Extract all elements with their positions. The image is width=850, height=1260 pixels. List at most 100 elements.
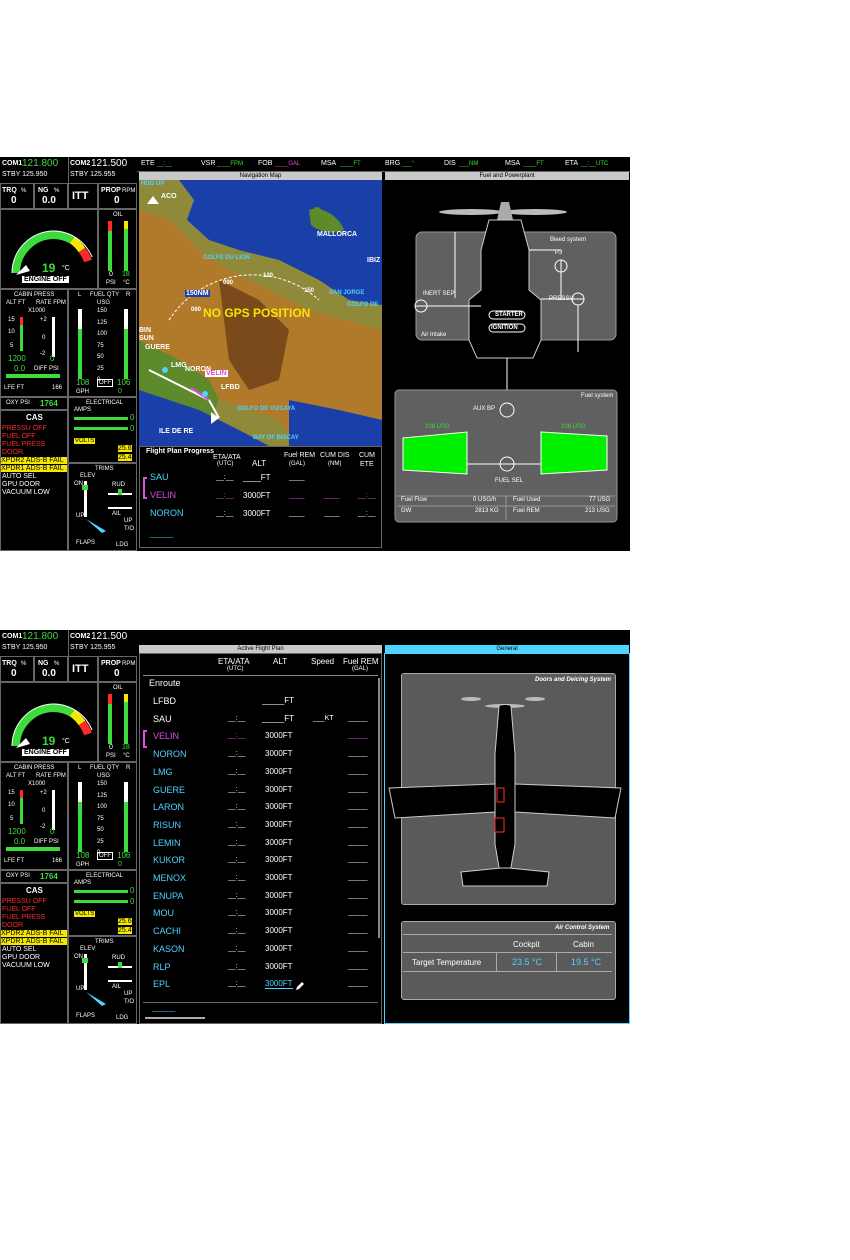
com1-label: COM1 — [2, 160, 23, 167]
oil-psi-value: 0 — [109, 271, 113, 278]
afp-waypoint[interactable]: LFBD — [153, 696, 176, 706]
afp-waypoint[interactable]: CACHI — [153, 926, 181, 936]
edit-pencil-icon[interactable] — [295, 981, 305, 991]
com1-freq[interactable]: 121.800 — [22, 158, 58, 169]
afp-alt[interactable]: 3000FT — [265, 785, 293, 794]
ignition-button[interactable]: IGNITION — [491, 325, 518, 331]
dis-value: ___NM — [459, 161, 479, 167]
afp-entry-field[interactable]: ______ — [152, 1005, 175, 1012]
afp-waypoint[interactable]: SAU — [153, 714, 172, 724]
airport-lfbd[interactable]: LFBD — [221, 384, 240, 391]
afp-alt[interactable]: 3000FT — [265, 873, 293, 882]
afp-waypoint[interactable]: ENUPA — [153, 891, 183, 901]
afp-alt[interactable]: _____FT — [262, 696, 294, 705]
fpp-alt[interactable]: ____FT — [243, 473, 271, 482]
map-label-ile-de-re: ILE DE RE — [159, 428, 194, 435]
afp-fuel: _____ — [348, 714, 368, 722]
afp-waypoint[interactable]: MENOX — [153, 873, 186, 883]
cas-warning: DOOR — [2, 449, 23, 456]
afp-speed[interactable]: ___KT — [313, 715, 334, 722]
afp-waypoint[interactable]: VELIN — [153, 731, 179, 741]
afp-hscroll[interactable] — [145, 1017, 205, 1019]
afp-scrollbar[interactable] — [378, 678, 380, 938]
afp-alt[interactable]: 3000FT — [265, 908, 293, 917]
afp-fuel: _____ — [348, 891, 368, 899]
com1-freq[interactable]: 121.800 — [22, 631, 58, 642]
fuel-qty-right-label: R — [126, 765, 131, 771]
cas-advisory: VACUUM LOW — [2, 962, 50, 969]
hdg-up-label[interactable]: HDG UP — [141, 181, 164, 187]
bleed-system-label: Bleed system — [550, 237, 587, 243]
afp-alt[interactable]: 3000FT — [265, 944, 293, 953]
afp-alt[interactable]: 3000FT — [265, 838, 293, 847]
afp-waypoint[interactable]: KUKOR — [153, 855, 185, 865]
flaps-label: FLAPS — [76, 1013, 96, 1019]
afp-alt[interactable]: 3000FT — [265, 802, 293, 811]
fuel-sel-label: FUEL SEL — [495, 478, 524, 484]
vsr-label: VSR — [201, 160, 216, 167]
afp-alt[interactable]: 3000FT — [265, 891, 293, 900]
afp-alt[interactable]: 3000FT — [265, 926, 293, 935]
fuel-qty-tick: 150 — [97, 308, 108, 314]
com1-standby[interactable]: STBY 125.950 — [2, 171, 47, 178]
waypoint-velin[interactable]: VELIN — [205, 370, 228, 377]
afp-alt[interactable]: 3000FT — [265, 979, 293, 990]
afp-fuel: _____ — [348, 980, 368, 988]
map-range[interactable]: 150NM — [185, 290, 210, 297]
afp-alt[interactable]: 3000FT — [265, 731, 293, 740]
fpp-waypoint[interactable]: NORON — [150, 508, 184, 518]
afp-waypoint[interactable]: NORON — [153, 749, 187, 759]
fpp-alt[interactable]: 3000FT — [243, 491, 271, 500]
afp-waypoint[interactable]: RISUN — [153, 820, 181, 830]
afp-waypoint[interactable]: LMG — [153, 767, 173, 777]
afp-fuel: _____ — [348, 874, 368, 881]
right-tank-qty: 106 USG — [561, 424, 586, 430]
cas-caution: XPDR2 ADS-B FAIL — [1, 930, 67, 937]
afp-waypoint[interactable]: RLP — [153, 962, 171, 972]
afp-waypoint[interactable]: EPL — [153, 979, 170, 989]
starter-button[interactable]: STARTER — [495, 312, 523, 318]
nav-map[interactable]: HDG UP MALLORCA GOLFE DU LION IBIZ SAN J… — [139, 180, 382, 446]
cabin-press-title: CABIN PRESS — [14, 765, 55, 771]
com2-freq[interactable]: 121.500 — [91, 631, 127, 642]
afp-waypoint[interactable]: GUERE — [153, 785, 185, 795]
cabin-press-title: CABIN PRESS — [14, 292, 55, 298]
cockpit-temp-value[interactable]: 23.5 °C — [512, 957, 542, 967]
afp-waypoint[interactable]: LEMIN — [153, 838, 181, 848]
afp-waypoint[interactable]: KASON — [153, 944, 185, 954]
fpp-waypoint[interactable]: VELIN — [150, 490, 176, 500]
com2-standby[interactable]: STBY 125.955 — [70, 171, 115, 178]
afp-waypoint[interactable]: MOU — [153, 908, 174, 918]
ail-trim-scale — [108, 980, 132, 982]
afp-alt[interactable]: 3000FT — [265, 962, 293, 971]
oil-press-red — [108, 221, 112, 231]
afp-alt[interactable]: 3000FT — [265, 767, 293, 776]
afp-waypoint[interactable]: LARON — [153, 802, 184, 812]
prop-value: 0 — [114, 195, 120, 206]
top-status-bar: ETE __:__ VSR ____FPM FOB ____GAL MSA __… — [137, 157, 630, 172]
fpp-entry-field[interactable]: ______ — [150, 531, 173, 538]
fpp-col-eta: ETA/ATA — [213, 454, 241, 461]
cas-advisory: GPU DOOR — [2, 481, 41, 488]
prop-unit: RPM — [122, 188, 136, 194]
com1-standby[interactable]: STBY 125.950 — [2, 644, 47, 651]
fpp-alt[interactable]: 3000FT — [243, 509, 271, 518]
diff-psi-bar — [6, 847, 60, 851]
sep — [496, 953, 497, 971]
cabin-alt-value: 1200 — [8, 827, 26, 836]
afp-eta: __:__ — [228, 714, 246, 722]
fuel-qty-tick: 0 — [97, 850, 101, 856]
afp-alt[interactable]: 3000FT — [265, 820, 293, 829]
afp-alt[interactable]: 3000FT — [265, 749, 293, 758]
com2-standby[interactable]: STBY 125.955 — [70, 644, 115, 651]
map-label-golfe-du-lion: GOLFE DU LION — [203, 255, 250, 261]
itt-label: ITT — [72, 190, 89, 202]
fpp-waypoint[interactable]: SAU — [150, 472, 169, 482]
map-label-ibiz: IBIZ — [367, 257, 381, 264]
com2-freq[interactable]: 121.500 — [91, 158, 127, 169]
cabin-tick: 0 — [42, 808, 46, 814]
afp-alt[interactable]: 3000FT — [265, 855, 293, 864]
cabin-temp-value[interactable]: 19.5 °C — [571, 957, 601, 967]
afp-alt[interactable]: _____FT — [262, 714, 294, 723]
oxy-value: 1764 — [40, 872, 58, 881]
